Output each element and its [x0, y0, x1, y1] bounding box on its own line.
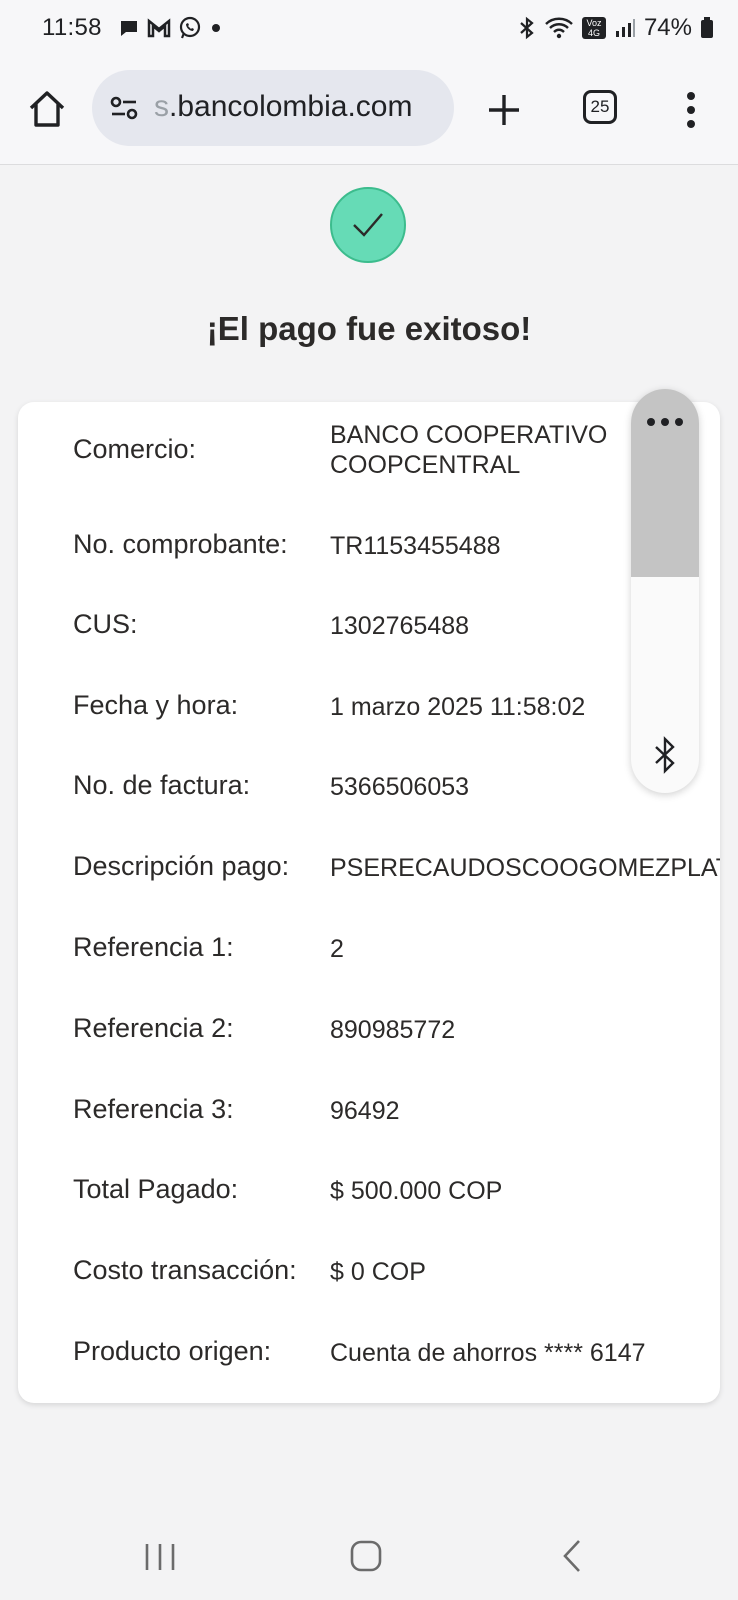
row-value: 96492: [330, 1097, 400, 1125]
url-text[interactable]: s.bancolombia.com: [154, 90, 444, 124]
receipt-card: Comercio: BANCO COOPERATIVO COOPCENTRAL …: [18, 402, 720, 1403]
network-badge: Voz 4G: [581, 17, 606, 39]
row-label: Fecha y hora:: [73, 690, 239, 720]
row-value: TR1153455488: [330, 532, 501, 560]
row-value: 5366506053: [330, 773, 470, 801]
browser-toolbar: s.bancolombia.com 25: [0, 62, 738, 165]
chat-bubble-icon: [118, 17, 140, 39]
recent-apps-icon: [145, 1544, 175, 1570]
status-bar: 11:58 Voz 4G 74%: [0, 0, 738, 62]
row-value: 1302765488: [330, 612, 470, 640]
home-nav-icon: [350, 1540, 382, 1572]
status-time: 11:58: [42, 14, 102, 41]
row-label: Descripción pago:: [73, 851, 290, 881]
url-domain: .bancolombia.com: [169, 90, 413, 123]
notification-icons: [118, 16, 224, 40]
more-horiz-icon[interactable]: [645, 415, 685, 427]
bluetooth-icon[interactable]: [651, 735, 679, 775]
system-status-icons: Voz 4G 74%: [518, 14, 714, 42]
more-vert-icon: [687, 92, 695, 128]
tab-count: 25: [590, 97, 610, 116]
row-value: 2: [330, 935, 344, 963]
browser-menu-button[interactable]: [679, 88, 703, 132]
row-value-line2: COOPCENTRAL: [330, 451, 521, 479]
plus-icon: [489, 95, 519, 125]
row-label: Total Pagado:: [73, 1174, 239, 1204]
dot-icon: [208, 20, 224, 36]
site-settings-button[interactable]: [110, 94, 138, 122]
bluetooth-icon: [518, 16, 536, 40]
tab-switcher-button[interactable]: 25: [583, 90, 617, 124]
row-label: CUS:: [73, 609, 138, 639]
row-value: $ 0 COP: [330, 1258, 426, 1286]
row-label: No. comprobante:: [73, 529, 288, 559]
whatsapp-icon: [178, 16, 202, 40]
address-bar[interactable]: s.bancolombia.com: [92, 70, 454, 146]
back-icon: [563, 1540, 580, 1572]
recent-apps-button[interactable]: [143, 1542, 177, 1572]
floating-overlay-panel[interactable]: [631, 389, 699, 793]
home-button[interactable]: [26, 88, 68, 130]
gmail-icon: [146, 17, 172, 39]
success-check-icon: [330, 187, 406, 263]
wifi-icon: [544, 16, 574, 40]
tune-icon: [110, 96, 138, 120]
row-value: PSERECAUDOSCOOGOMEZPLATA: [330, 854, 720, 882]
row-value: Cuenta de ahorros **** 6147: [330, 1339, 646, 1367]
row-label: No. de factura:: [73, 770, 251, 800]
row-value: 1 marzo 2025 11:58:02: [330, 693, 586, 721]
row-label: Referencia 2:: [73, 1013, 234, 1043]
battery-icon: [700, 16, 714, 40]
url-faded-part: s: [154, 90, 169, 123]
row-value: $ 500.000 COP: [330, 1177, 503, 1205]
system-nav-bar: [0, 1500, 738, 1600]
home-icon: [29, 91, 65, 127]
page-title: ¡El pago fue exitoso!: [206, 310, 532, 347]
row-label: Costo transacción:: [73, 1255, 297, 1285]
row-label: Referencia 1:: [73, 932, 234, 962]
row-label: Comercio:: [73, 434, 197, 464]
row-label: Referencia 3:: [73, 1094, 234, 1124]
back-button[interactable]: [561, 1538, 583, 1574]
row-value-line1: BANCO COOPERATIVO: [330, 421, 608, 449]
home-nav-button[interactable]: [350, 1540, 382, 1572]
signal-icon: [614, 17, 636, 39]
network-badge-text: Voz 4G: [586, 18, 602, 38]
battery-percent: 74%: [643, 14, 692, 41]
new-tab-button[interactable]: [484, 90, 524, 130]
row-value: 890985772: [330, 1016, 456, 1044]
row-label: Producto origen:: [73, 1336, 272, 1366]
